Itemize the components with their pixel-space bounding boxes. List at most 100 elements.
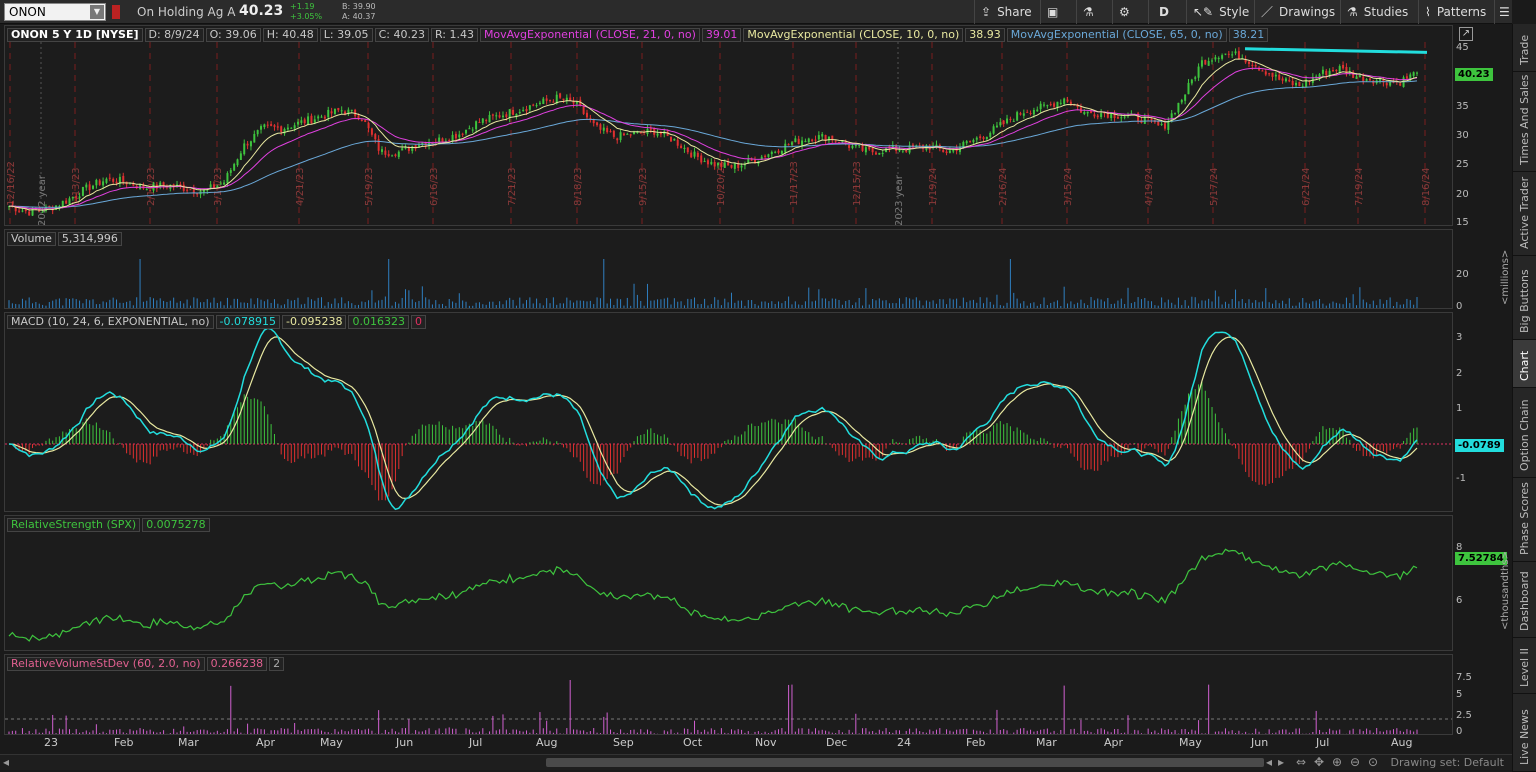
zoom-reset-icon[interactable]: ⊙ — [1368, 755, 1378, 769]
relative-volume-pane[interactable]: RelativeVolumeStDev (60, 2.0, no) 0.2662… — [4, 654, 1453, 735]
candle — [88, 184, 91, 191]
volume-bar — [862, 305, 864, 308]
rvol-bar — [331, 733, 333, 734]
candle — [1036, 109, 1039, 112]
candle — [814, 139, 817, 141]
candle — [985, 136, 988, 139]
time-axis[interactable]: 23 Feb Mar Apr May Jun Jul Aug Sep Oct N… — [4, 735, 1453, 751]
rvol-bar — [700, 731, 702, 734]
scroll-prev-icon[interactable]: ◂ — [1266, 755, 1272, 769]
scroll-left-icon[interactable]: ◂ — [3, 755, 9, 769]
patterns-button[interactable]: ⌇ Patterns — [1418, 0, 1492, 24]
volume-bar — [1154, 305, 1156, 308]
volume-pane[interactable]: Volume 5,314,996 — [4, 229, 1453, 309]
macd-chart[interactable] — [5, 313, 1453, 512]
rvol-bar — [1181, 729, 1183, 734]
chart-settings-icon[interactable]: ↗ — [1459, 27, 1473, 41]
scroll-next-icon[interactable]: ▸ — [1278, 755, 1284, 769]
drawing-set-label[interactable]: Drawing set: Default — [1391, 756, 1504, 769]
flag-icon[interactable] — [112, 5, 120, 19]
volume-bar — [1167, 299, 1169, 308]
volume-bar — [391, 305, 393, 308]
rvol-bar — [129, 729, 131, 734]
volume-bar — [1413, 304, 1415, 308]
drawings-button[interactable]: ／ Drawings — [1254, 0, 1341, 24]
ema21-label[interactable]: MovAvgExponential (CLOSE, 21, 0, no) — [479, 28, 700, 42]
price-pane[interactable]: 12/16/22 1/13/23 2/10/23 3/10/23 4/21/23 5/19… — [4, 25, 1453, 226]
rvol-bar — [116, 729, 118, 734]
volume-bar — [673, 298, 675, 308]
share-button[interactable]: ⇪ Share — [974, 0, 1038, 24]
scroll-thumb[interactable] — [546, 758, 1264, 767]
rvol-bar — [919, 731, 921, 734]
studies-button[interactable]: ⚗ Studies — [1340, 0, 1414, 24]
volume-bar — [1137, 297, 1139, 308]
rvol-label[interactable]: RelativeVolumeStDev (60, 2.0, no) — [7, 657, 205, 671]
candle — [622, 133, 625, 136]
price-chart[interactable]: 12/16/22 1/13/23 2/10/23 3/10/23 4/21/23 5/19… — [5, 26, 1453, 226]
menu-button[interactable]: ☰ — [1494, 0, 1514, 24]
candle — [1385, 82, 1388, 86]
rvol-bar — [559, 733, 561, 734]
flask-button[interactable]: ⚗ — [1076, 0, 1100, 24]
move-icon[interactable]: ✥ — [1314, 755, 1324, 769]
rvol-bar — [704, 729, 706, 734]
volume-bar — [203, 302, 205, 308]
rvol-bar — [525, 730, 527, 734]
ema10-label[interactable]: MovAvgExponential (CLOSE, 10, 0, no) — [743, 28, 964, 42]
volume-bar — [959, 305, 961, 308]
candle — [599, 124, 602, 130]
volume-bar — [48, 302, 50, 308]
symbol-dropdown-icon[interactable]: ▼ — [90, 5, 104, 19]
relative-strength-chart[interactable] — [5, 516, 1453, 651]
candle — [1049, 104, 1052, 106]
rvol-bar — [1167, 729, 1169, 734]
tab-live-news[interactable]: Live News — [1513, 694, 1536, 772]
rvol-bar — [610, 729, 612, 734]
volume-bar — [549, 303, 551, 308]
y-tick: 6 — [1456, 595, 1463, 606]
rvol-bar — [220, 732, 222, 734]
zoom-out-icon[interactable]: ⊖ — [1350, 755, 1360, 769]
relative-strength-pane[interactable]: RelativeStrength (SPX) 0.0075278 — [4, 515, 1453, 651]
candle — [488, 114, 491, 123]
macd-pane[interactable]: MACD (10, 24, 6, EXPONENTIAL, no) -0.078… — [4, 312, 1453, 512]
rvol-bar — [888, 732, 890, 734]
candle — [226, 173, 229, 184]
macd-label[interactable]: MACD (10, 24, 6, EXPONENTIAL, no) — [7, 315, 214, 329]
volume-label[interactable]: Volume — [7, 232, 56, 246]
rvol-bar — [361, 730, 363, 734]
rvol-bar — [119, 729, 121, 734]
period-button[interactable]: D — [1148, 0, 1179, 24]
rvol-axis[interactable]: 7.5 5 2.5 0 — [1454, 654, 1512, 737]
volume-bar — [290, 300, 292, 308]
volume-bar — [714, 297, 716, 308]
volume-bar — [21, 298, 23, 308]
candle — [690, 152, 693, 158]
volume-bar — [132, 305, 134, 308]
bar-low: L: 39.05 — [319, 28, 373, 42]
pan-icon[interactable]: ⇔ — [1296, 755, 1306, 769]
candle — [397, 151, 400, 157]
volume-bar — [925, 300, 927, 308]
candle — [1022, 113, 1025, 116]
volume-bar — [1352, 294, 1354, 308]
volume-bar — [186, 299, 188, 308]
volume-chart[interactable] — [5, 230, 1453, 309]
rvol-bar — [304, 729, 306, 734]
candle — [854, 144, 857, 147]
symbol-input[interactable]: ONON ▼ — [4, 3, 106, 21]
style-button[interactable]: ✎ Style — [1197, 0, 1255, 24]
snapshot-button[interactable]: ▣ — [1040, 0, 1064, 24]
macd-axis[interactable]: 3 2 1 -1 — [1454, 312, 1512, 512]
rs-label[interactable]: RelativeStrength (SPX) — [7, 518, 141, 532]
candle — [1019, 113, 1022, 115]
volume-bar — [102, 301, 104, 308]
chart-scrollbar[interactable]: ◂ ◂ ▸ ⇔ ✥ ⊕ ⊖ ⊙ Drawing set: Default — [0, 754, 1512, 770]
volume-bar — [599, 298, 601, 308]
volume-bar — [1339, 303, 1341, 308]
price-axis[interactable]: 45 40 35 30 25 20 15 — [1454, 25, 1512, 228]
zoom-in-icon[interactable]: ⊕ — [1332, 755, 1342, 769]
settings-button[interactable]: ⚙ — [1112, 0, 1136, 24]
ema65-label[interactable]: MovAvgExponential (CLOSE, 65, 0, no) — [1006, 28, 1227, 42]
